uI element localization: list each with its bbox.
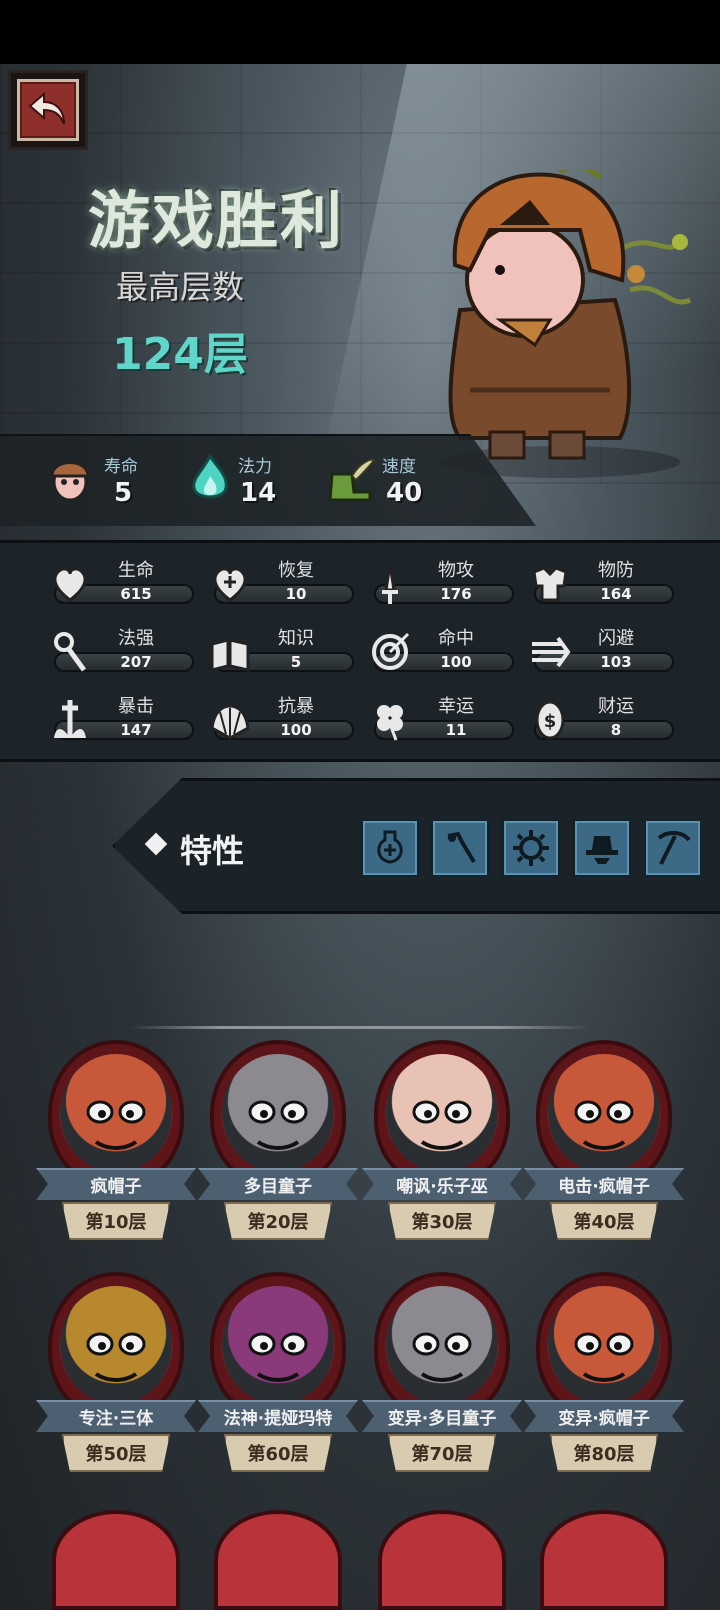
attribute-value: 5 [290,653,302,671]
pumpkin-hero-character [440,170,692,478]
boss-name: 变异·多目童子 [387,1409,497,1429]
attribute-value: 176 [440,585,472,603]
attribute-value: 8 [610,721,622,739]
attribute-10: 抗暴 100 [206,690,356,746]
boss-frame-partial [214,1510,342,1610]
svg-text:$: $ [544,711,557,732]
boss-floor: 第70层 [411,1444,473,1465]
boss-frame-partial [540,1510,668,1610]
boss-portrait [60,1286,172,1404]
attribute-value: 100 [440,653,472,671]
boss-card[interactable]: 电击·疯帽子 第40层 [524,1040,684,1260]
attribute-label: 知识 [278,628,314,649]
attribute-value: 207 [120,653,152,671]
victory-title: 游戏胜利 [87,184,344,257]
max-floor-label: 最高层数 [115,268,244,306]
potion-icon[interactable] [360,818,420,878]
attribute-value: 164 [600,585,632,603]
attribute-8: 闪避 103 [526,622,676,678]
boss-floor: 第20层 [247,1212,309,1233]
stat-speed-value: 40 [386,478,423,508]
boss-card[interactable]: 变异·疯帽子 第80层 [524,1272,684,1492]
boss-portrait [548,1286,660,1404]
attribute-label: 物防 [598,560,634,581]
boss-portrait [386,1286,498,1404]
attribute-value: 147 [120,721,152,739]
boss-floor: 第60层 [247,1444,309,1465]
boss-name: 专注·三体 [78,1409,154,1429]
stat-speed-label: 速度 [382,457,416,477]
attribute-value: 615 [120,585,152,603]
attribute-label: 命中 [438,628,474,649]
boss-frame-partial [378,1510,506,1610]
attribute-label: 法强 [118,628,154,649]
boss-floor: 第10层 [85,1212,147,1233]
back-arrow-icon [17,79,79,141]
stat-lifespan-label: 寿命 [104,457,138,477]
boss-portrait [222,1054,334,1172]
attribute-5: 法强 207 [46,622,196,678]
boss-name: 法神·提娅玛特 [223,1409,333,1429]
attribute-label: 抗暴 [278,696,314,717]
attribute-1: 生命 615 [46,554,196,610]
section-divider [130,1026,590,1029]
boss-name: 多目童子 [244,1177,312,1197]
status-bar [0,0,720,64]
boss-name: 疯帽子 [90,1177,142,1197]
wand-icon[interactable] [430,818,490,878]
boss-card[interactable]: 变异·多目童子 第70层 [362,1272,522,1492]
boss-card[interactable]: 多目童子第20层 [198,1040,358,1260]
attribute-label: 闪避 [598,628,634,649]
attribute-value: 103 [600,653,632,671]
attribute-label: 暴击 [118,696,154,717]
boss-portrait [386,1054,498,1172]
attribute-value: 100 [280,721,312,739]
attribute-4: 物防 164 [526,554,676,610]
stat-lifespan-value: 5 [114,478,133,508]
boss-portrait [548,1054,660,1172]
blue-flame-icon [192,454,228,499]
trait-label: 特性 [180,832,245,870]
attribute-label: 物攻 [438,560,474,581]
boss-card[interactable]: 嘲讽·乐子巫 第30层 [362,1040,522,1260]
attribute-2: 恢复 10 [206,554,356,610]
boss-card[interactable]: 法神·提娅玛特 第60层 [198,1272,358,1492]
stat-mana-value: 14 [240,478,277,508]
attribute-12: $ 财运 8 [526,690,676,746]
attribute-label: 幸运 [438,696,474,717]
boss-floor: 第80层 [573,1444,635,1465]
attribute-9: 暴击 147 [46,690,196,746]
attribute-3: 物攻 176 [366,554,516,610]
boss-card[interactable]: 疯帽子第10层 [36,1040,196,1260]
hat-icon[interactable] [572,818,632,878]
pickaxe-icon[interactable] [643,818,703,878]
boss-name: 电击·疯帽子 [558,1177,650,1197]
attribute-7: 命中 100 [366,622,516,678]
stat-mana-label: 法力 [238,457,272,477]
boss-floor: 第40层 [573,1212,635,1233]
mushroom-hero-icon [50,461,90,502]
back-button[interactable] [8,70,88,150]
attribute-label: 生命 [118,560,154,581]
attribute-6: 知识 5 [206,622,356,678]
attribute-label: 财运 [598,696,634,717]
boss-portrait [222,1286,334,1404]
attribute-value: 10 [285,585,307,603]
boss-name: 变异·疯帽子 [558,1409,650,1429]
attribute-11: 幸运 11 [366,690,516,746]
attribute-label: 恢复 [278,560,314,581]
gear-icon[interactable] [501,818,561,878]
boss-floor: 第50层 [85,1444,147,1465]
boss-frame-partial [52,1510,180,1610]
boss-name: 嘲讽·乐子巫 [396,1177,488,1197]
winged-boot-icon [328,458,376,502]
boss-portrait [60,1054,172,1172]
boss-card[interactable]: 专注·三体第50层 [36,1272,196,1492]
boss-floor: 第30层 [411,1212,473,1233]
max-floor-value: 124层 [112,329,248,380]
attribute-value: 11 [445,721,467,739]
